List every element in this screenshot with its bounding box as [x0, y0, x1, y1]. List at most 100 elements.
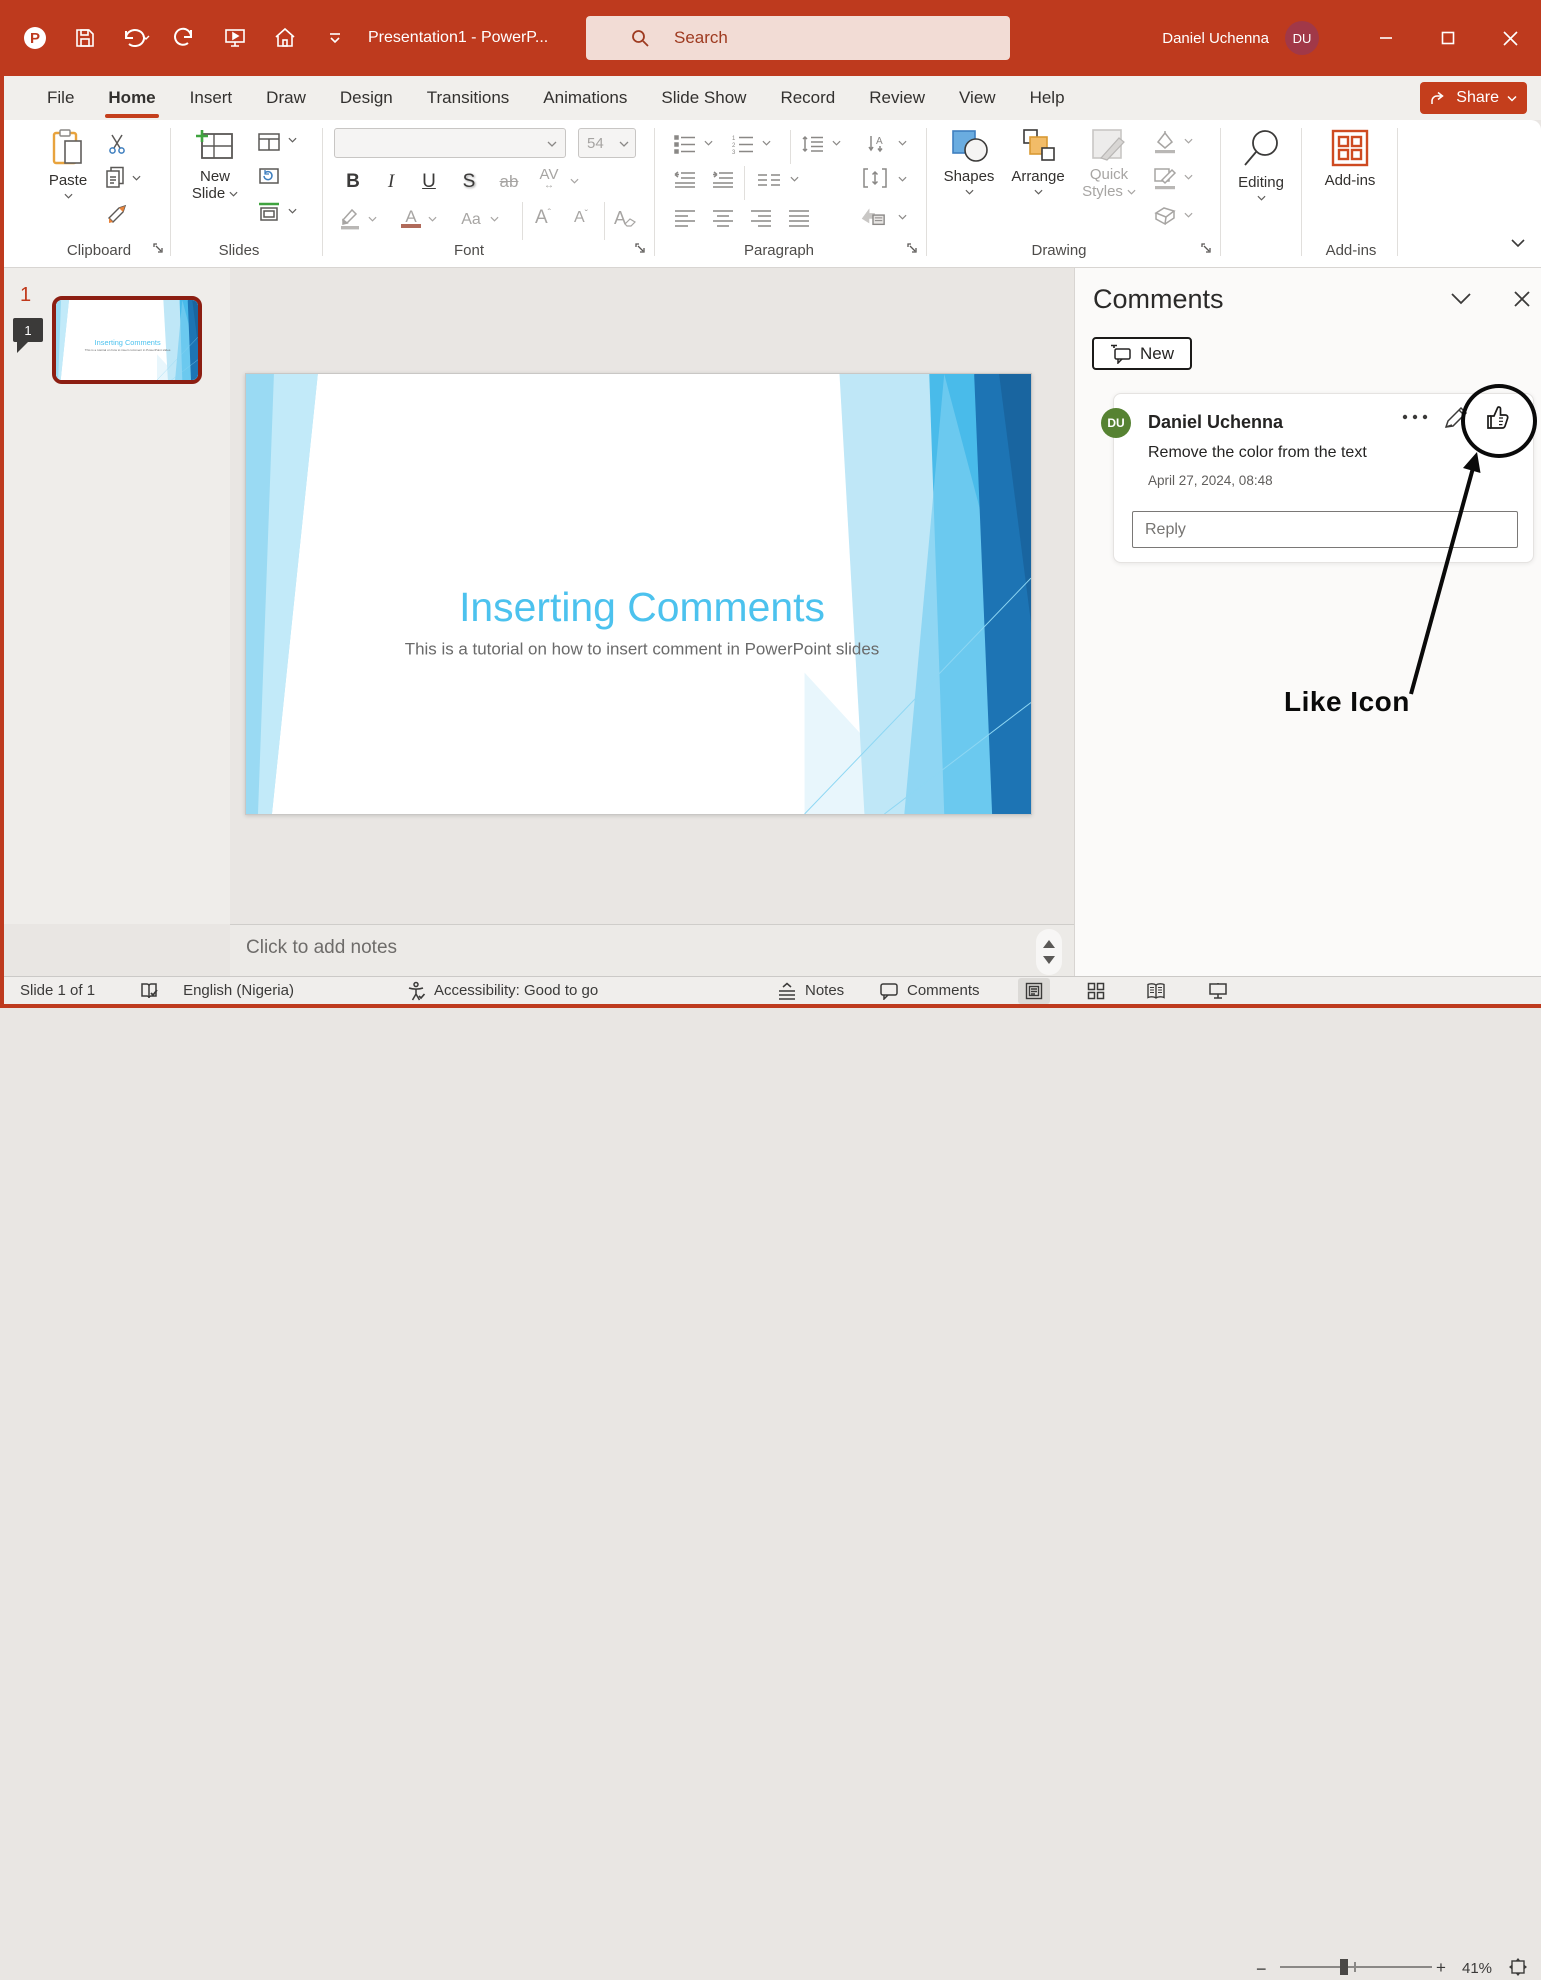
zoom-percentage[interactable]: 41%	[1462, 1960, 1492, 1977]
section-chevron-icon[interactable]	[288, 208, 297, 214]
align-text-button[interactable]	[862, 166, 888, 190]
zoom-slider-handle[interactable]	[1340, 1959, 1348, 1975]
shape-fill-chevron-icon[interactable]	[1184, 138, 1193, 144]
user-name[interactable]: Daniel Uchenna	[1162, 30, 1269, 47]
italic-button[interactable]: I	[376, 168, 406, 196]
notes-toggle-button[interactable]: Notes	[777, 982, 844, 1000]
tab-design[interactable]: Design	[323, 76, 410, 120]
slide-title-text[interactable]: Inserting Comments	[459, 584, 825, 630]
spellcheck-icon[interactable]	[139, 981, 159, 1001]
font-name-combo[interactable]	[334, 128, 566, 158]
save-icon[interactable]	[70, 23, 100, 53]
addins-button[interactable]: Add-ins	[1316, 128, 1384, 189]
notes-area[interactable]: Click to add notes	[230, 924, 1074, 976]
close-button[interactable]	[1479, 0, 1541, 76]
layout-chevron-icon[interactable]	[288, 137, 297, 143]
align-text-chevron-icon[interactable]	[898, 176, 907, 182]
change-case-button[interactable]: Aa	[456, 206, 486, 234]
clear-formatting-button[interactable]: A	[610, 204, 640, 232]
new-slide-button[interactable]: New Slide	[182, 128, 248, 200]
shape-effects-chevron-icon[interactable]	[1184, 212, 1193, 218]
tab-record[interactable]: Record	[763, 76, 852, 120]
arrange-button[interactable]: Arrange	[1006, 128, 1070, 195]
justify-button[interactable]	[786, 206, 812, 230]
font-color-button[interactable]: A	[396, 204, 426, 232]
text-shadow-button[interactable]: S	[454, 168, 484, 196]
scroll-down-icon[interactable]	[1043, 956, 1055, 970]
tab-transitions[interactable]: Transitions	[410, 76, 527, 120]
decrease-indent-button[interactable]	[672, 168, 698, 192]
tab-view[interactable]: View	[942, 76, 1013, 120]
zoom-slider-track[interactable]	[1280, 1966, 1432, 1968]
zoom-in-button[interactable]: +	[1436, 1958, 1446, 1978]
increase-font-button[interactable]: Aˆ	[528, 204, 558, 232]
quick-styles-button[interactable]: Quick Styles	[1076, 128, 1142, 198]
numbering-button[interactable]: 123	[730, 132, 756, 156]
redo-icon[interactable]	[170, 23, 200, 53]
reset-slide-button[interactable]	[256, 164, 282, 188]
tab-slideshow[interactable]: Slide Show	[644, 76, 763, 120]
shapes-button[interactable]: Shapes	[938, 128, 1000, 195]
minimize-button[interactable]	[1355, 0, 1417, 76]
slide-counter[interactable]: Slide 1 of 1	[20, 982, 95, 999]
shape-outline-chevron-icon[interactable]	[1184, 174, 1193, 180]
comments-collapse-chevron-icon[interactable]	[1450, 292, 1472, 305]
share-button[interactable]: Share	[1420, 82, 1527, 114]
comments-close-icon[interactable]	[1513, 290, 1531, 308]
paragraph-dialog-launcher[interactable]	[906, 242, 922, 258]
reading-view-button[interactable]	[1140, 978, 1172, 1004]
zoom-out-button[interactable]: −	[1256, 1959, 1267, 1980]
spacing-chevron-icon[interactable]	[570, 178, 579, 184]
line-spacing-button[interactable]	[800, 132, 826, 156]
tab-home[interactable]: Home	[91, 76, 172, 120]
bullets-chevron-icon[interactable]	[704, 140, 713, 146]
home-icon[interactable]	[270, 23, 300, 53]
text-direction-button[interactable]: A	[866, 132, 892, 156]
text-direction-chevron-icon[interactable]	[898, 140, 907, 146]
character-spacing-button[interactable]: AV↔	[534, 166, 564, 194]
slide-subtitle-text[interactable]: This is a tutorial on how to insert comm…	[405, 640, 880, 659]
line-spacing-chevron-icon[interactable]	[832, 140, 841, 146]
fit-slide-to-window-button[interactable]	[1508, 1957, 1528, 1977]
comments-toggle-button[interactable]: Comments	[879, 982, 980, 1000]
search-input[interactable]: Search	[586, 16, 1010, 60]
case-chevron-icon[interactable]	[490, 216, 499, 222]
shape-fill-button[interactable]	[1152, 130, 1178, 154]
powerpoint-logo-icon[interactable]: P	[20, 23, 50, 53]
language-status[interactable]: English (Nigeria)	[183, 982, 294, 999]
comment-more-options-icon[interactable]	[1402, 414, 1428, 420]
slideshow-view-button[interactable]	[1202, 978, 1234, 1004]
drawing-dialog-launcher[interactable]	[1200, 242, 1216, 258]
format-painter-button[interactable]	[104, 202, 130, 226]
highlight-color-button[interactable]	[338, 206, 364, 230]
columns-button[interactable]	[756, 168, 782, 192]
accessibility-status[interactable]: Accessibility: Good to go	[406, 981, 598, 1001]
notes-scrollbar[interactable]	[1036, 929, 1062, 975]
scroll-up-icon[interactable]	[1043, 934, 1055, 948]
font-size-combo[interactable]: 54	[578, 128, 636, 158]
tab-help[interactable]: Help	[1013, 76, 1082, 120]
shape-effects-button[interactable]	[1152, 204, 1178, 228]
customize-qat-chevron-icon[interactable]	[320, 23, 350, 53]
normal-view-button[interactable]	[1018, 978, 1050, 1004]
tab-animations[interactable]: Animations	[526, 76, 644, 120]
decrease-font-button[interactable]: Aˇ	[566, 204, 596, 232]
tab-file[interactable]: File	[30, 76, 91, 120]
start-slideshow-icon[interactable]	[220, 23, 250, 53]
copy-chevron-icon[interactable]	[132, 175, 141, 181]
align-left-button[interactable]	[672, 206, 698, 230]
underline-button[interactable]: U	[414, 168, 444, 196]
undo-icon[interactable]	[120, 23, 150, 53]
bold-button[interactable]: B	[338, 168, 368, 196]
tab-insert[interactable]: Insert	[173, 76, 250, 120]
slide-canvas[interactable]: Inserting Comments This is a tutorial on…	[245, 373, 1032, 815]
cut-button[interactable]	[104, 132, 130, 156]
tab-review[interactable]: Review	[852, 76, 942, 120]
maximize-button[interactable]	[1417, 0, 1479, 76]
copy-button[interactable]	[102, 166, 128, 190]
slide-layout-button[interactable]	[256, 130, 282, 154]
clipboard-dialog-launcher[interactable]	[152, 242, 168, 258]
increase-indent-button[interactable]	[710, 168, 736, 192]
editing-button[interactable]: Editing	[1226, 128, 1296, 201]
thumbnail-comment-badge[interactable]: 1	[13, 318, 43, 342]
